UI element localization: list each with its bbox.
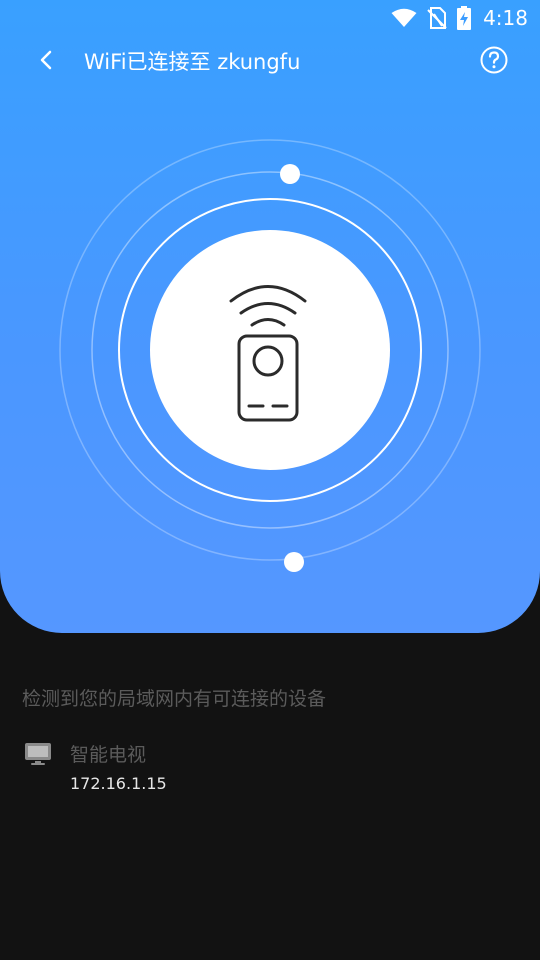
page-title: WiFi已连接至 zkungfu	[84, 50, 301, 74]
tv-icon	[25, 743, 51, 765]
question-circle-icon[interactable]	[478, 44, 510, 76]
app-bar: WiFi已连接至 zkungfu	[0, 36, 540, 84]
chevron-left-icon	[40, 50, 52, 70]
no-sim-icon	[427, 7, 447, 29]
center-disc	[150, 230, 390, 470]
battery-charging-icon	[457, 6, 472, 30]
status-bar: 4:18	[0, 0, 540, 36]
radar-dot-bottom	[284, 552, 304, 572]
devices-section-label: 检测到您的局域网内有可连接的设备	[22, 688, 327, 710]
device-item-smart-tv[interactable]: 智能电视 172.16.1.15	[22, 738, 522, 804]
device-ip: 172.16.1.15	[70, 774, 167, 793]
wifi-icon	[391, 8, 417, 27]
device-name: 智能电视	[70, 744, 147, 766]
back-button[interactable]	[28, 42, 64, 78]
radar-graphic	[59, 139, 481, 572]
hero-panel: 4:18 WiFi已连接至 zkungfu	[0, 0, 540, 633]
status-time: 4:18	[483, 6, 528, 30]
radar-dot-top	[280, 164, 300, 184]
